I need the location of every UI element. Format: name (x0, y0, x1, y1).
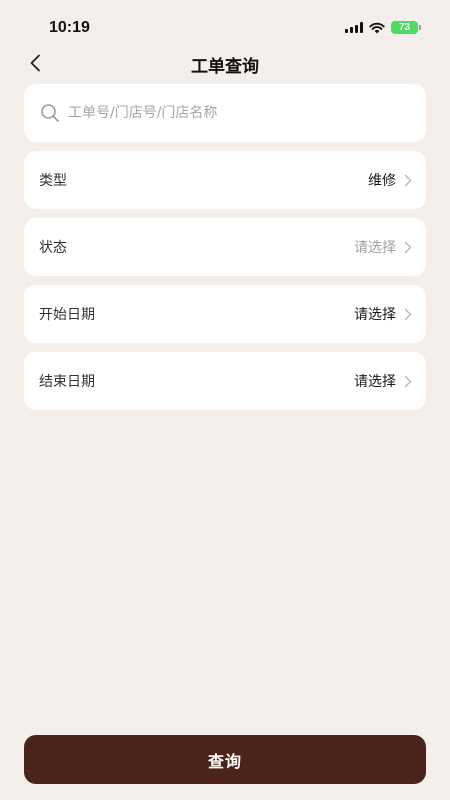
field-start-date-label: 开始日期 (39, 307, 95, 323)
wifi-icon (369, 22, 385, 33)
battery-level: 73 (398, 22, 411, 33)
field-status-label: 状态 (39, 240, 67, 256)
page-title: 工单查询 (191, 57, 259, 77)
status-bar: 10:19 73 (0, 0, 450, 44)
search-icon (41, 104, 59, 122)
search-input[interactable] (68, 105, 426, 121)
status-time: 10:19 (49, 19, 90, 36)
search-box[interactable] (24, 84, 426, 142)
field-type-value: 维修 (368, 173, 396, 189)
chevron-right-icon (404, 241, 412, 253)
field-status-row[interactable]: 状态 请选择 (24, 218, 426, 276)
nav-bar: 工单查询 (0, 44, 450, 82)
field-end-date-label: 结束日期 (39, 374, 95, 390)
signal-icon (345, 22, 363, 33)
chevron-right-icon (404, 308, 412, 320)
query-button[interactable]: 查询 (24, 735, 426, 784)
field-end-date-value: 请选择 (354, 374, 396, 390)
field-start-date-value: 请选择 (354, 307, 396, 323)
field-type-label: 类型 (39, 173, 67, 189)
field-start-date-row[interactable]: 开始日期 请选择 (24, 285, 426, 343)
chevron-right-icon (404, 375, 412, 387)
field-status-value: 请选择 (354, 240, 396, 256)
status-icons: 73 (345, 21, 421, 34)
battery-icon: 73 (391, 21, 421, 34)
field-type-row[interactable]: 类型 维修 (24, 151, 426, 209)
chevron-right-icon (404, 174, 412, 186)
field-end-date-row[interactable]: 结束日期 请选择 (24, 352, 426, 410)
